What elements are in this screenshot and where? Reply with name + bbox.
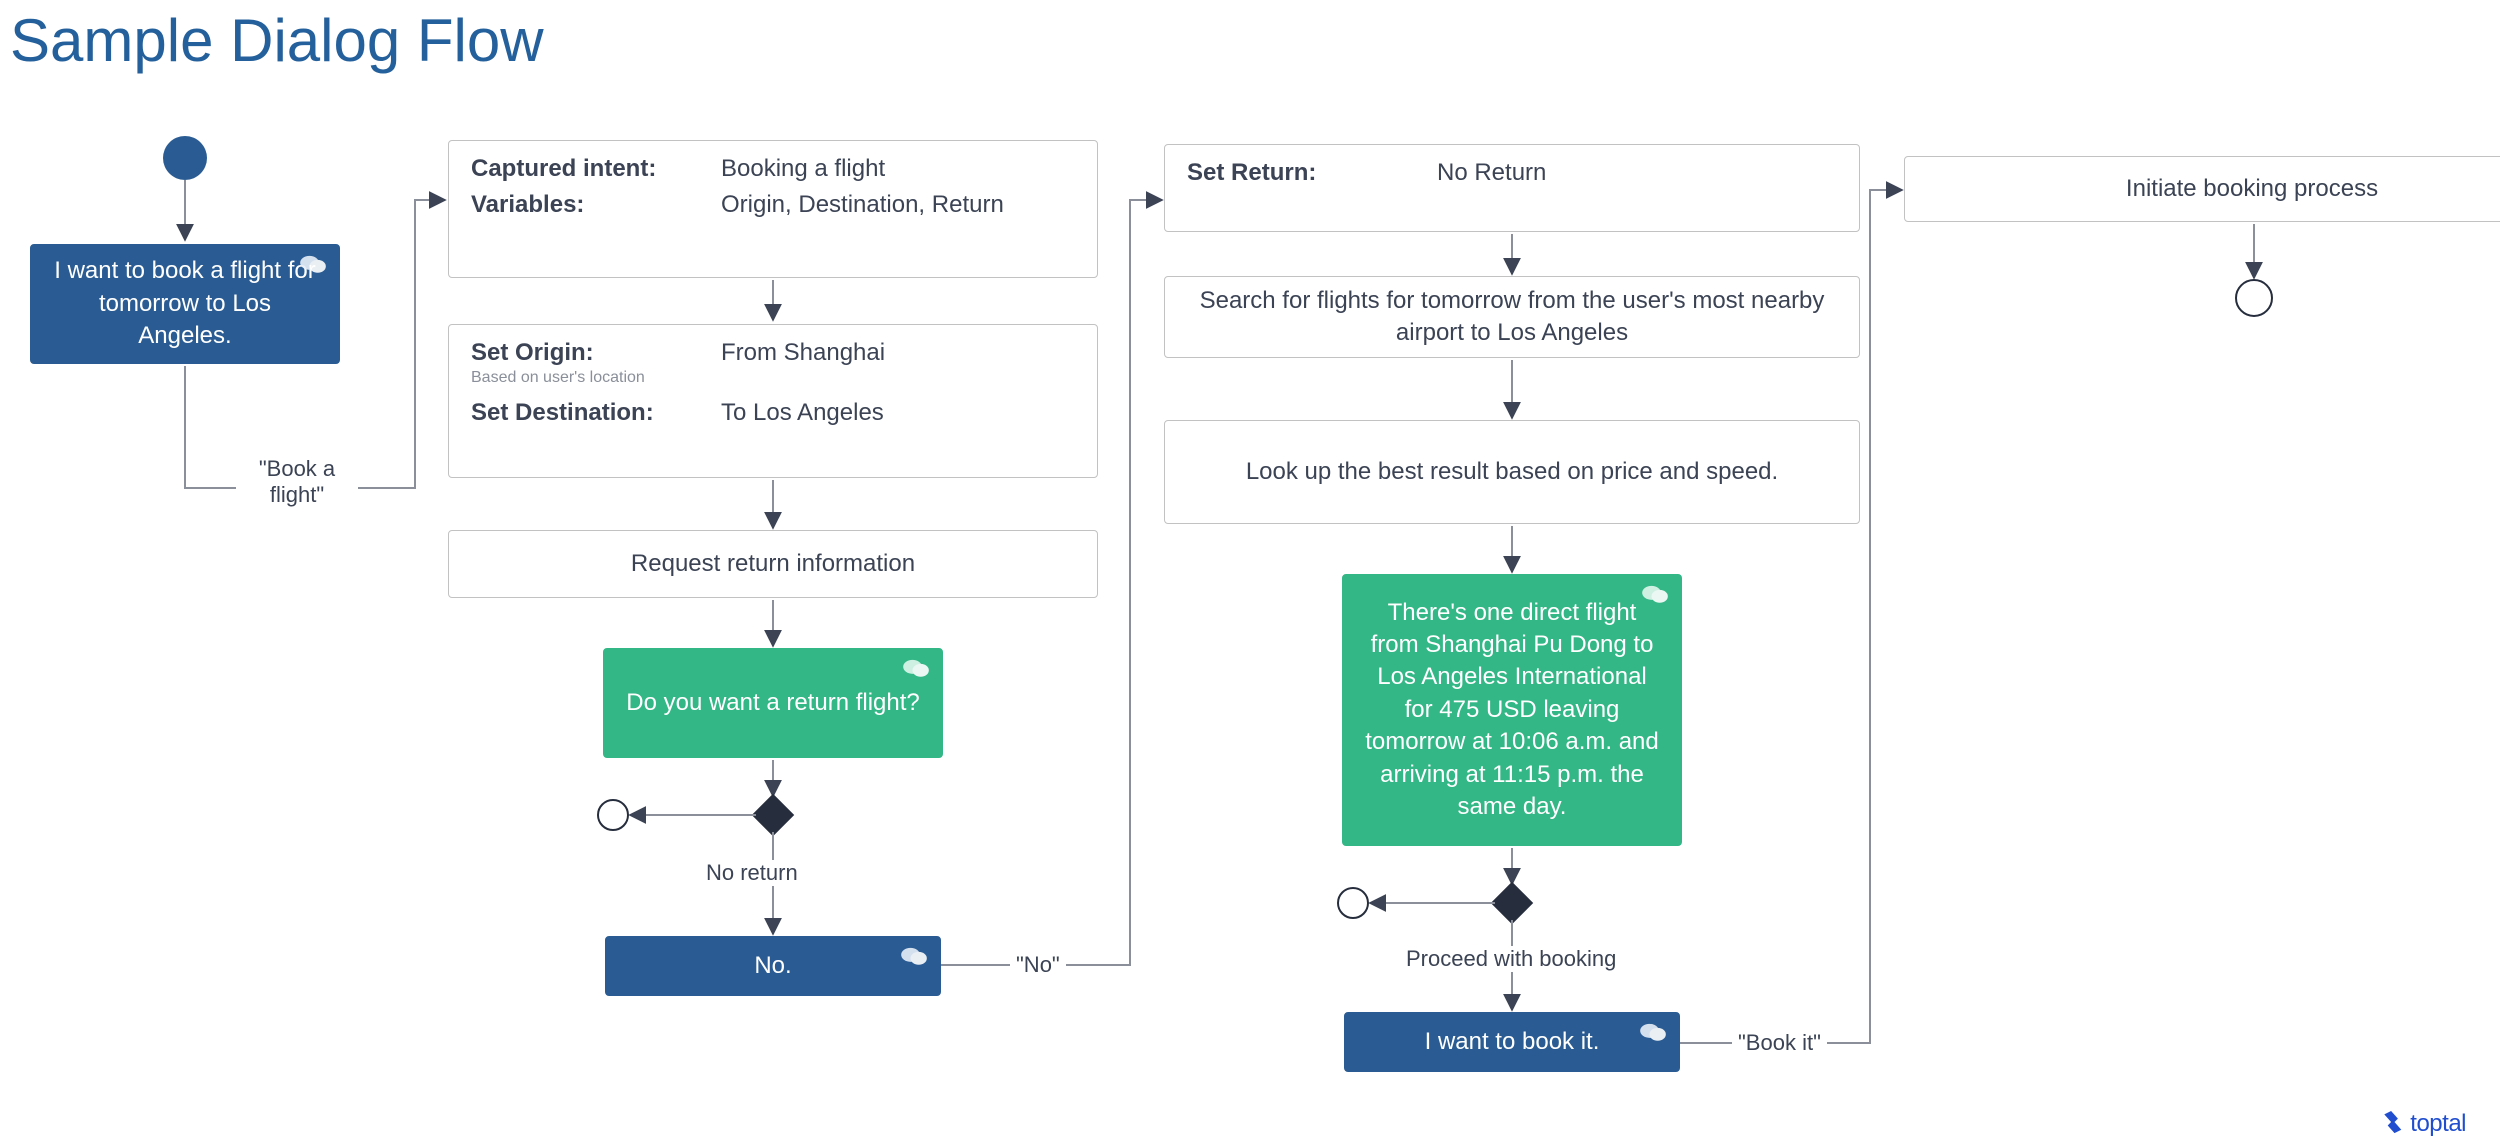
set-return-label: Set Return: bbox=[1187, 155, 1437, 191]
user-utterance-3-text: I want to book it. bbox=[1425, 1026, 1600, 1058]
user-utterance-1: I want to book a flight for tomorrow to … bbox=[30, 244, 340, 364]
intent-variables-box: Captured intent:Booking a flight Variabl… bbox=[448, 140, 1098, 278]
variables-label: Variables: bbox=[471, 187, 721, 223]
diagram-title: Sample Dialog Flow bbox=[10, 6, 544, 75]
edge-label-no: "No" bbox=[1010, 952, 1066, 978]
set-return-value: No Return bbox=[1437, 155, 1837, 191]
initiate-booking-text: Initiate booking process bbox=[2126, 173, 2378, 205]
user-utterance-2-text: No. bbox=[754, 950, 791, 982]
edge-label-book-it: "Book it" bbox=[1732, 1030, 1827, 1056]
edge-label-book-a-flight: "Book a flight" bbox=[236, 456, 358, 508]
dialog-flow-diagram: Sample Dialog Flow bbox=[0, 0, 2500, 1146]
end-node-icon bbox=[2236, 280, 2272, 316]
start-node-icon bbox=[163, 136, 207, 180]
user-utterance-2: No. bbox=[605, 936, 941, 996]
lookup-best-box: Look up the best result based on price a… bbox=[1164, 420, 1860, 524]
set-origin-label: Set Origin: bbox=[471, 335, 721, 371]
toptal-logo: toptal bbox=[2384, 1110, 2466, 1138]
set-return-box: Set Return:No Return bbox=[1164, 144, 1860, 232]
set-destination-value: To Los Angeles bbox=[721, 395, 1075, 431]
initiate-booking-box: Initiate booking process bbox=[1904, 156, 2500, 222]
lookup-best-text: Look up the best result based on price a… bbox=[1246, 456, 1778, 488]
variables-value: Origin, Destination, Return bbox=[721, 187, 1075, 223]
edge-label-no-return: No return bbox=[700, 860, 804, 886]
bot-return-question: Do you want a return flight? bbox=[603, 648, 943, 758]
decision2-alt-end-icon bbox=[1338, 888, 1368, 918]
toptal-logo-icon bbox=[2384, 1111, 2404, 1137]
toptal-logo-text: toptal bbox=[2410, 1110, 2466, 1138]
set-origin-value: From Shanghai bbox=[721, 335, 1075, 371]
set-destination-label: Set Destination: bbox=[471, 395, 721, 431]
captured-intent-value: Booking a flight bbox=[721, 151, 1075, 187]
user-utterance-1-text: I want to book a flight for tomorrow to … bbox=[53, 255, 317, 352]
bot-flight-result-text: There's one direct flight from Shanghai … bbox=[1365, 597, 1659, 824]
search-flights-text: Search for flights for tomorrow from the… bbox=[1187, 285, 1837, 350]
chat-icon bbox=[1639, 1021, 1667, 1043]
search-flights-box: Search for flights for tomorrow from the… bbox=[1164, 276, 1860, 358]
decision1-alt-end-icon bbox=[598, 800, 628, 830]
edge-label-proceed: Proceed with booking bbox=[1400, 946, 1622, 972]
chat-icon bbox=[900, 945, 928, 967]
user-utterance-3: I want to book it. bbox=[1344, 1012, 1680, 1072]
chat-icon bbox=[1641, 583, 1669, 605]
captured-intent-label: Captured intent: bbox=[471, 151, 721, 187]
bot-return-question-text: Do you want a return flight? bbox=[626, 687, 920, 719]
bot-flight-result: There's one direct flight from Shanghai … bbox=[1342, 574, 1682, 846]
request-return-text: Request return information bbox=[631, 548, 915, 580]
chat-icon bbox=[299, 253, 327, 275]
origin-destination-box: Set Origin:From Shanghai Based on user's… bbox=[448, 324, 1098, 478]
chat-icon bbox=[902, 657, 930, 679]
request-return-box: Request return information bbox=[448, 530, 1098, 598]
